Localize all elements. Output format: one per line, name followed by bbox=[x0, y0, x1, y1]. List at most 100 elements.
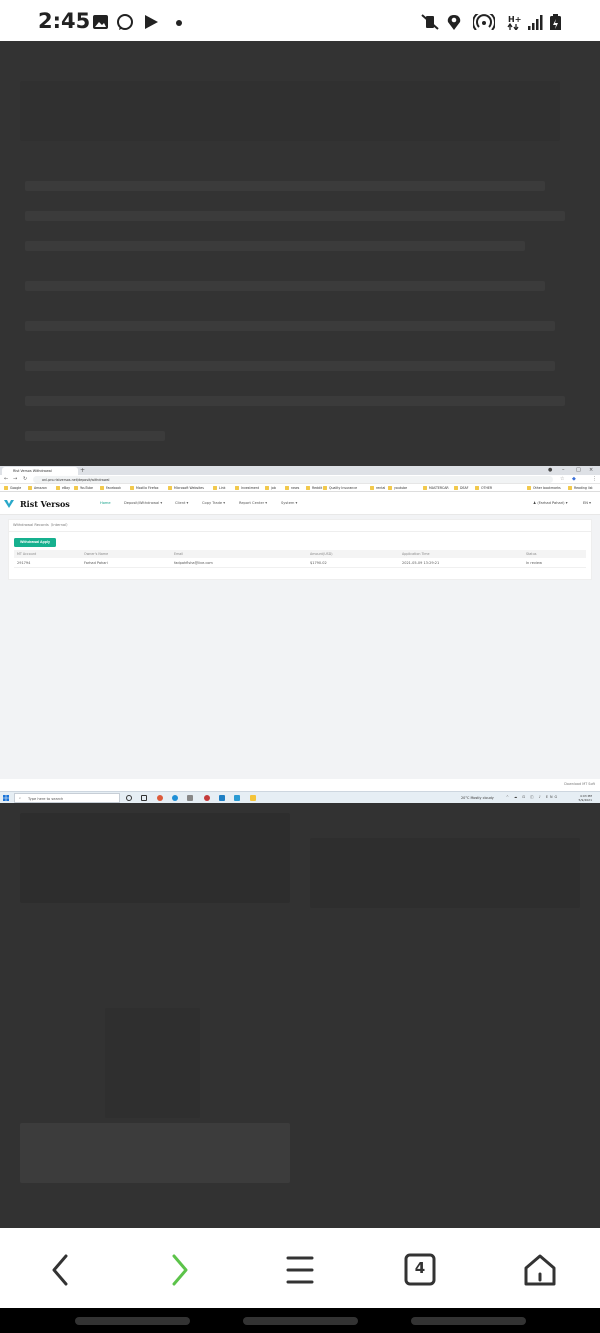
bookmark-item[interactable]: Reading list bbox=[568, 485, 593, 491]
new-tab-plus-icon[interactable]: + bbox=[80, 467, 85, 474]
bookmark-item[interactable]: Microsoft Websites bbox=[168, 485, 204, 491]
app-navbar: Rist Versos Home Deposit/Withdrawal ▾ Cl… bbox=[0, 492, 600, 515]
browser-menu-icon[interactable]: ⋮ bbox=[592, 476, 597, 483]
bookmark-item[interactable]: Amazon bbox=[28, 485, 47, 491]
edge-icon[interactable] bbox=[172, 795, 178, 801]
nav-home[interactable]: Home bbox=[100, 501, 111, 505]
home-icon[interactable] bbox=[515, 1248, 565, 1292]
play-store-icon bbox=[145, 15, 158, 29]
minimize-icon[interactable]: – bbox=[562, 467, 565, 474]
taskbar-clock[interactable]: 4:03 PM 5/9/2021 bbox=[565, 794, 592, 802]
browser-tab[interactable]: Rist Versos Withdrawal bbox=[2, 467, 78, 475]
folder-icon bbox=[370, 486, 374, 490]
bookmark-item[interactable]: Facebook bbox=[100, 485, 121, 491]
nav-deposit-withdrawal[interactable]: Deposit/Withdrawal ▾ bbox=[124, 501, 162, 505]
app-icon[interactable] bbox=[234, 795, 240, 801]
nav-system[interactable]: System ▾ bbox=[281, 501, 297, 505]
cell-status: In review bbox=[526, 561, 542, 565]
column-header: Status bbox=[526, 552, 537, 556]
bookmark-item[interactable]: Reddit bbox=[306, 485, 322, 491]
forward-arrow-icon[interactable] bbox=[155, 1248, 205, 1292]
folder-icon bbox=[265, 486, 269, 490]
nav-report-center[interactable]: Report Center ▾ bbox=[239, 501, 267, 505]
menu-icon[interactable] bbox=[275, 1248, 325, 1292]
withdrawal-apply-button[interactable]: Withdrawal Apply bbox=[14, 538, 56, 547]
bookmarks-bar: Google Amazon eBay YouTube Facebook Mozilla F… bbox=[0, 484, 600, 492]
vibrate-mute-icon bbox=[421, 14, 439, 30]
folder-icon bbox=[213, 486, 217, 490]
bookmark-item[interactable]: DEAF bbox=[454, 485, 468, 491]
bookmark-item[interactable]: OTHER bbox=[475, 485, 492, 491]
cortana-icon[interactable] bbox=[126, 795, 132, 801]
gesture-pill[interactable] bbox=[243, 1317, 358, 1325]
bookmark-item[interactable]: news bbox=[285, 485, 299, 491]
folder-icon bbox=[306, 486, 310, 490]
bookmark-item[interactable]: MASTERCAR bbox=[423, 485, 449, 491]
language-menu[interactable]: EN ▾ bbox=[583, 501, 591, 505]
app-icon[interactable] bbox=[219, 795, 225, 801]
app-icon[interactable] bbox=[204, 795, 210, 801]
table-row[interactable]: 291794 Farhad Pahari fadpahflsha@live.co… bbox=[14, 558, 586, 568]
gesture-pill[interactable] bbox=[411, 1317, 526, 1325]
column-header: Amount(USD) bbox=[310, 552, 333, 556]
back-icon[interactable]: ← bbox=[4, 476, 8, 483]
phone-screen: 2:45 H+ Rist Versos Withdrawal + ● – □ ×… bbox=[0, 0, 600, 1333]
bookmark-item[interactable]: Link bbox=[213, 485, 226, 491]
gesture-pill[interactable] bbox=[75, 1317, 190, 1325]
app-icon[interactable] bbox=[187, 795, 193, 801]
maximize-icon[interactable]: □ bbox=[576, 467, 581, 474]
reload-icon[interactable]: ↻ bbox=[23, 476, 27, 483]
nav-copy-trade[interactable]: Copy Trade ▾ bbox=[202, 501, 225, 505]
column-header: Application Time bbox=[402, 552, 430, 556]
bookmark-item[interactable]: youtube bbox=[388, 485, 407, 491]
taskbar-search-field[interactable]: ⌕ Type here to search bbox=[14, 793, 120, 803]
extension-icon[interactable]: ◆ bbox=[572, 476, 576, 483]
cell-owner-name: Farhad Pahari bbox=[84, 561, 108, 565]
folder-icon bbox=[235, 486, 239, 490]
download-mt-soft-link[interactable]: Download MT Soft bbox=[564, 782, 595, 786]
bookmark-item[interactable]: rental bbox=[370, 485, 385, 491]
url-field[interactable]: onl.pro.ristversos.net/deposit/withdrawa… bbox=[33, 476, 553, 483]
task-view-icon[interactable] bbox=[141, 795, 147, 801]
system-tray[interactable]: ^ ☁ ⊡ ◫ ♪ ENG bbox=[506, 795, 559, 799]
bookmark-item[interactable]: Quality Insurance bbox=[323, 485, 357, 491]
data-hplus-icon: H+ bbox=[507, 15, 521, 30]
status-time: 2:45 bbox=[38, 9, 91, 33]
desktop-screenshot[interactable]: Rist Versos Withdrawal + ● – □ × ← → ↻ o… bbox=[0, 466, 600, 803]
windows-taskbar: ⌕ Type here to search 20°C Mostly cloudy… bbox=[0, 791, 600, 803]
column-header: Owner's Name bbox=[84, 552, 109, 556]
bookmark-star-icon[interactable]: ☆ bbox=[560, 476, 564, 483]
chrome-icon[interactable] bbox=[157, 795, 163, 801]
profile-icon[interactable]: ● bbox=[548, 467, 552, 474]
close-window-icon[interactable]: × bbox=[589, 467, 593, 474]
windows-start-icon[interactable] bbox=[3, 795, 9, 801]
bookmark-item[interactable]: job bbox=[265, 485, 276, 491]
cell-amount: $1790.02 bbox=[310, 561, 327, 565]
back-arrow-icon[interactable] bbox=[35, 1248, 85, 1292]
file-explorer-icon[interactable] bbox=[250, 795, 256, 801]
panel-title: Withdrawal Records（Internal） bbox=[13, 523, 70, 527]
hotspot-icon bbox=[473, 14, 495, 30]
forward-icon[interactable]: → bbox=[13, 476, 17, 483]
folder-icon bbox=[28, 486, 32, 490]
notification-dot-icon bbox=[176, 20, 182, 26]
search-icon: ⌕ bbox=[19, 796, 22, 800]
weather-widget[interactable]: 20°C Mostly cloudy bbox=[461, 796, 494, 800]
bookmark-item[interactable]: eBay bbox=[56, 485, 70, 491]
rist-versos-logo-icon bbox=[4, 500, 14, 508]
tab-title: Rist Versos Withdrawal bbox=[13, 469, 52, 473]
nav-client[interactable]: Client ▾ bbox=[175, 501, 188, 505]
bookmark-item[interactable]: Google bbox=[4, 485, 21, 491]
tabs-button[interactable]: 4 bbox=[395, 1248, 445, 1292]
bookmark-item[interactable]: Other bookmarks bbox=[527, 485, 561, 491]
bookmark-item[interactable]: Mozilla Firefox bbox=[130, 485, 159, 491]
bookmark-item[interactable]: YouTube bbox=[74, 485, 93, 491]
folder-icon bbox=[130, 486, 134, 490]
table-header: MT Account Owner's Name Email Amount(USD… bbox=[14, 550, 586, 558]
signal-icon bbox=[528, 15, 543, 30]
brand-name: Rist Versos bbox=[20, 499, 70, 509]
cell-account: 291794 bbox=[17, 561, 31, 565]
bookmark-item[interactable]: Investment bbox=[235, 485, 259, 491]
user-menu[interactable]: ♟ (Farhad Pahari) ▾ bbox=[533, 501, 568, 505]
folder-icon bbox=[4, 486, 8, 490]
